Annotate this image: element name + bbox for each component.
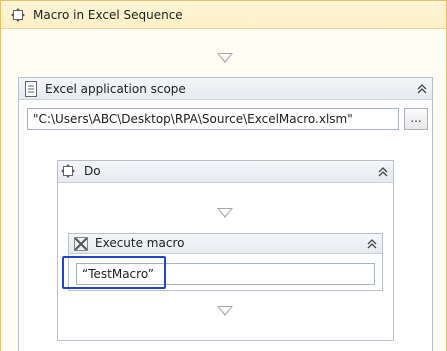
excel-document-icon — [25, 81, 37, 97]
sequence-title: Macro in Excel Sequence — [33, 8, 183, 22]
collapse-scope-icon[interactable] — [416, 83, 428, 95]
execute-macro-title: Execute macro — [95, 236, 185, 250]
collapse-do-icon[interactable] — [377, 166, 389, 178]
excel-scope-title: Excel application scope — [45, 82, 186, 96]
do-sequence-icon — [61, 164, 75, 178]
do-title: Do — [84, 164, 101, 178]
workbook-path-field[interactable]: "C:\Users\ABC\Desktop\RPA\Source\ExcelMa… — [27, 108, 399, 130]
execute-macro-icon — [74, 237, 88, 251]
do-header[interactable] — [58, 161, 393, 183]
highlight-box — [62, 256, 166, 289]
collapse-macro-icon[interactable] — [366, 238, 378, 250]
browse-button[interactable]: ... — [404, 108, 428, 130]
sequence-icon — [11, 8, 25, 22]
